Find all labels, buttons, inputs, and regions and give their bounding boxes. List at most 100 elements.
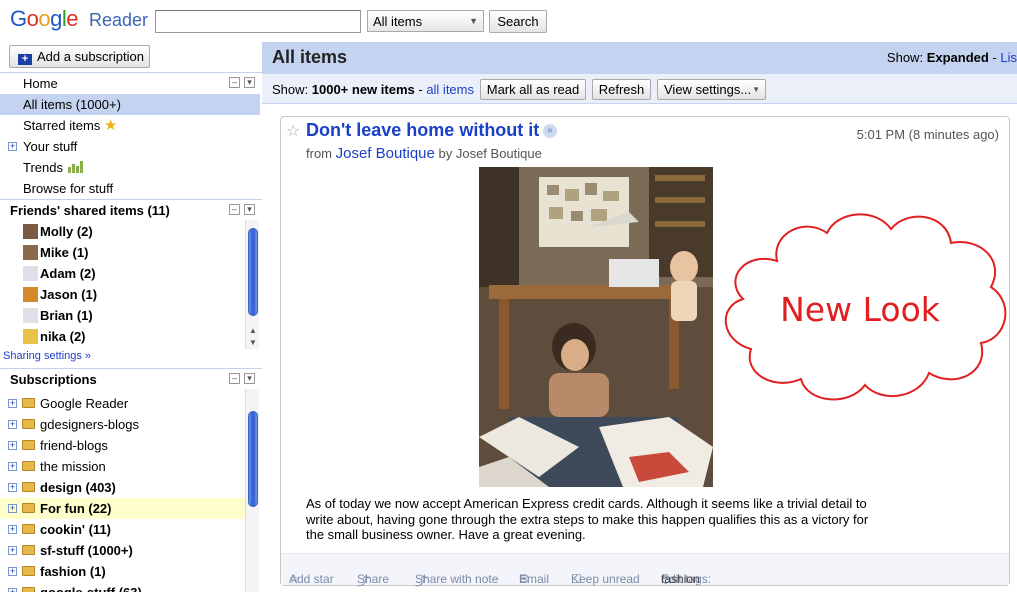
folder-icon	[22, 587, 35, 592]
nav-your-stuff[interactable]: + Your stuff	[0, 136, 260, 157]
expand-icon[interactable]: +	[8, 420, 17, 429]
star-icon[interactable]: ☆	[286, 121, 300, 141]
search-scope-select[interactable]: All items ▼	[367, 10, 484, 32]
subscription-label: design (403)	[40, 480, 116, 495]
sharing-settings-link[interactable]: Sharing settings »	[3, 350, 91, 362]
expand-icon[interactable]: +	[8, 399, 17, 408]
tag-value[interactable]: fashion	[661, 572, 700, 586]
subscriptions-section-title[interactable]: Subscriptions	[10, 372, 97, 387]
minimize-icon[interactable]: –	[229, 204, 240, 215]
mark-all-read-button[interactable]: Mark all as read	[480, 79, 586, 100]
expand-icon[interactable]: +	[8, 525, 17, 534]
nav-all-items[interactable]: All items (1000+)	[0, 94, 260, 115]
share-label: Share	[357, 572, 390, 586]
entry-timestamp: 5:01 PM (8 minutes ago)	[856, 127, 999, 142]
friend-item[interactable]: Mike (1)	[23, 242, 88, 263]
scrollbar-thumb[interactable]	[248, 228, 258, 316]
search-button[interactable]: Search	[489, 10, 547, 33]
subscription-folder[interactable]: + friend-blogs	[0, 435, 245, 456]
friends-section-title[interactable]: Friends' shared items (11)	[10, 203, 170, 218]
scroll-down-icon[interactable]: ▼	[249, 338, 257, 347]
scrollbar-thumb[interactable]	[248, 411, 258, 507]
nav-home[interactable]: Home	[0, 73, 260, 94]
expand-icon[interactable]: +	[8, 504, 17, 513]
friend-item[interactable]: Brian (1)	[23, 305, 93, 326]
subscription-folder[interactable]: + For fun (22)	[0, 498, 245, 519]
chevron-down-icon[interactable]: ▾	[244, 204, 255, 215]
new-items-filter[interactable]: 1000+ new items	[312, 82, 415, 97]
search-scope-value: All items	[373, 14, 423, 29]
entry-body: As of today we now accept American Expre…	[306, 496, 869, 542]
expand-icon[interactable]: +	[8, 142, 17, 151]
friend-label: Adam (2)	[40, 266, 96, 281]
subscription-folder[interactable]: + fashion (1)	[0, 561, 245, 582]
chevron-down-icon: ▼	[752, 85, 760, 94]
friend-label: nika (2)	[40, 329, 86, 344]
view-settings-button[interactable]: View settings... ▼	[657, 79, 766, 100]
nav-trends[interactable]: Trends	[0, 157, 260, 178]
author-label: by Josef Boutique	[438, 146, 542, 161]
entry-actions-bar: ☆ Add star ⤴ Share ⤴ Share with note ✉ Email…	[281, 553, 1009, 588]
subscription-folder[interactable]: + google-stuff (63)	[0, 582, 245, 592]
trends-bar-icon	[67, 158, 83, 179]
list-mode-link[interactable]: Lis	[1000, 50, 1017, 65]
mode-separator: -	[988, 50, 1001, 65]
subscription-folder[interactable]: + sf-stuff (1000+)	[0, 540, 245, 561]
subscription-folder[interactable]: + Google Reader	[0, 393, 245, 414]
folder-icon	[22, 482, 35, 492]
expand-icon[interactable]: +	[8, 588, 17, 592]
view-mode-switch: Show: Expanded - Lis	[887, 50, 1017, 65]
subscription-label: For fun (22)	[40, 501, 112, 516]
open-original-icon[interactable]: »	[543, 124, 557, 138]
from-label: from	[306, 146, 332, 161]
avatar	[23, 224, 38, 239]
friend-item[interactable]: Jason (1)	[23, 284, 97, 305]
friends-scrollbar[interactable]: ▲ ▼	[245, 220, 259, 349]
google-logo[interactable]: Google	[10, 6, 79, 32]
expand-icon[interactable]: +	[8, 567, 17, 576]
minimize-icon[interactable]: –	[229, 373, 240, 384]
entry-title[interactable]: Don't leave home without it	[306, 120, 539, 141]
friend-item[interactable]: Adam (2)	[23, 263, 96, 284]
subscription-folder[interactable]: + design (403)	[0, 477, 245, 498]
subscription-label: Google Reader	[40, 396, 129, 411]
friend-item[interactable]: nika (2)	[23, 326, 86, 347]
avatar	[23, 329, 38, 344]
add-subscription-button[interactable]: + Add a subscription	[9, 45, 150, 68]
folder-icon	[22, 503, 35, 513]
scroll-up-icon[interactable]: ▲	[249, 326, 257, 335]
subscription-folder[interactable]: + gdesigners-blogs	[0, 414, 245, 435]
avatar	[23, 287, 38, 302]
subscriptions-scrollbar[interactable]	[245, 389, 259, 592]
folder-icon	[22, 524, 35, 534]
subscription-label: cookin' (11)	[40, 522, 111, 537]
expanded-mode[interactable]: Expanded	[927, 50, 989, 65]
all-items-link[interactable]: all items	[426, 82, 474, 97]
nav-starred-items[interactable]: Starred items ★	[0, 115, 260, 136]
expand-icon[interactable]: +	[8, 546, 17, 555]
folder-icon	[22, 398, 35, 408]
source-link[interactable]: Josef Boutique	[336, 145, 435, 162]
main-header: All items Show: Expanded - Lis	[262, 42, 1017, 74]
reader-wordmark[interactable]: Reader	[89, 10, 148, 31]
search-input[interactable]	[155, 10, 361, 33]
friend-label: Molly (2)	[40, 224, 93, 239]
add-subscription-label: Add a subscription	[37, 49, 144, 64]
nav-browse-for-stuff[interactable]: Browse for stuff	[0, 178, 260, 199]
avatar	[23, 245, 38, 260]
view-show-label: Show:	[272, 82, 309, 97]
refresh-button[interactable]: Refresh	[592, 79, 651, 100]
chevron-down-icon[interactable]: ▾	[244, 373, 255, 384]
avatar	[23, 308, 38, 323]
subscription-label: gdesigners-blogs	[40, 417, 140, 432]
friend-item[interactable]: Molly (2)	[23, 221, 93, 242]
subscription-folder[interactable]: + cookin' (11)	[0, 519, 245, 540]
expand-icon[interactable]: +	[8, 483, 17, 492]
expand-icon[interactable]: +	[8, 441, 17, 450]
expand-icon[interactable]: +	[8, 462, 17, 471]
avatar	[23, 266, 38, 281]
subscription-folder[interactable]: + the mission	[0, 456, 245, 477]
entry-photo	[479, 167, 713, 487]
friend-label: Mike (1)	[40, 245, 89, 260]
friend-label: Jason (1)	[40, 287, 98, 302]
